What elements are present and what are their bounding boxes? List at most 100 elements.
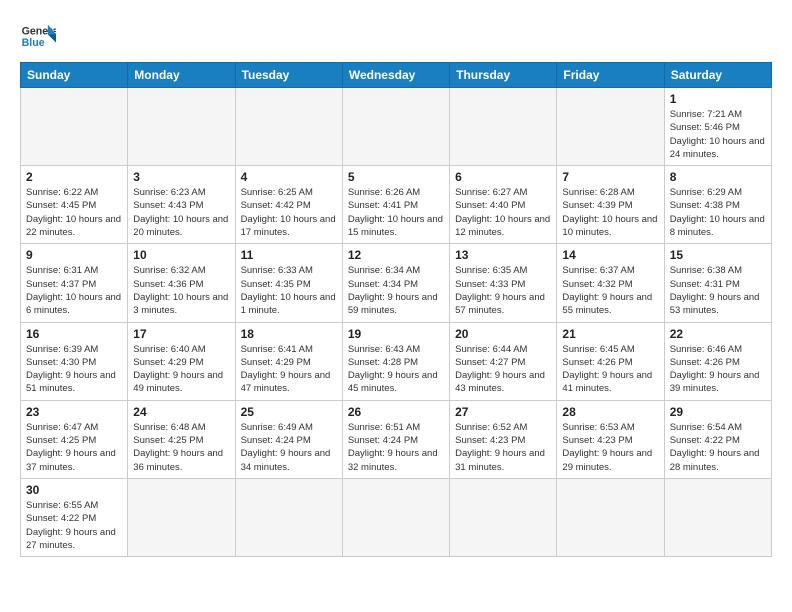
day-cell <box>342 88 449 166</box>
day-cell: 21 Sunrise: 6:45 AM Sunset: 4:26 PM Dayli… <box>557 322 664 400</box>
day-number: 2 <box>26 170 122 184</box>
day-cell: 2 Sunrise: 6:22 AM Sunset: 4:45 PM Daylig… <box>21 166 128 244</box>
day-cell: 30 Sunrise: 6:55 AM Sunset: 4:22 PM Dayli… <box>21 478 128 556</box>
day-number: 21 <box>562 327 658 341</box>
weekday-header-row: Sunday Monday Tuesday Wednesday Thursday… <box>21 63 772 88</box>
day-number: 15 <box>670 248 766 262</box>
day-info: Sunrise: 6:44 AM Sunset: 4:27 PM Dayligh… <box>455 343 551 396</box>
week-row-6: 30 Sunrise: 6:55 AM Sunset: 4:22 PM Dayli… <box>21 478 772 556</box>
col-sunday: Sunday <box>21 63 128 88</box>
day-info: Sunrise: 6:45 AM Sunset: 4:26 PM Dayligh… <box>562 343 658 396</box>
col-wednesday: Wednesday <box>342 63 449 88</box>
day-info: Sunrise: 6:37 AM Sunset: 4:32 PM Dayligh… <box>562 264 658 317</box>
day-info: Sunrise: 6:31 AM Sunset: 4:37 PM Dayligh… <box>26 264 122 317</box>
day-info: Sunrise: 6:34 AM Sunset: 4:34 PM Dayligh… <box>348 264 444 317</box>
day-cell <box>557 478 664 556</box>
day-number: 4 <box>241 170 337 184</box>
day-number: 20 <box>455 327 551 341</box>
day-number: 18 <box>241 327 337 341</box>
day-cell: 25 Sunrise: 6:49 AM Sunset: 4:24 PM Dayli… <box>235 400 342 478</box>
day-number: 25 <box>241 405 337 419</box>
day-cell <box>450 88 557 166</box>
logo: General Blue <box>20 18 56 54</box>
day-number: 1 <box>670 92 766 106</box>
day-info: Sunrise: 6:47 AM Sunset: 4:25 PM Dayligh… <box>26 421 122 474</box>
day-cell <box>342 478 449 556</box>
week-row-3: 9Sunrise: 6:31 AM Sunset: 4:37 PM Daylig… <box>21 244 772 322</box>
day-cell: 15 Sunrise: 6:38 AM Sunset: 4:31 PM Dayli… <box>664 244 771 322</box>
day-info: Sunrise: 6:55 AM Sunset: 4:22 PM Dayligh… <box>26 499 122 552</box>
day-cell: 11Sunrise: 6:33 AM Sunset: 4:35 PM Dayli… <box>235 244 342 322</box>
col-saturday: Saturday <box>664 63 771 88</box>
day-cell: 27 Sunrise: 6:52 AM Sunset: 4:23 PM Dayli… <box>450 400 557 478</box>
day-number: 23 <box>26 405 122 419</box>
day-cell: 18 Sunrise: 6:41 AM Sunset: 4:29 PM Dayli… <box>235 322 342 400</box>
day-cell: 26 Sunrise: 6:51 AM Sunset: 4:24 PM Dayli… <box>342 400 449 478</box>
day-number: 6 <box>455 170 551 184</box>
day-number: 14 <box>562 248 658 262</box>
day-number: 29 <box>670 405 766 419</box>
day-info: Sunrise: 6:38 AM Sunset: 4:31 PM Dayligh… <box>670 264 766 317</box>
day-number: 24 <box>133 405 229 419</box>
day-info: Sunrise: 6:52 AM Sunset: 4:23 PM Dayligh… <box>455 421 551 474</box>
week-row-5: 23 Sunrise: 6:47 AM Sunset: 4:25 PM Dayli… <box>21 400 772 478</box>
day-cell: 20 Sunrise: 6:44 AM Sunset: 4:27 PM Dayli… <box>450 322 557 400</box>
col-tuesday: Tuesday <box>235 63 342 88</box>
day-cell <box>128 88 235 166</box>
day-cell: 6Sunrise: 6:27 AM Sunset: 4:40 PM Daylig… <box>450 166 557 244</box>
day-cell: 9Sunrise: 6:31 AM Sunset: 4:37 PM Daylig… <box>21 244 128 322</box>
day-number: 26 <box>348 405 444 419</box>
day-cell <box>128 478 235 556</box>
day-number: 7 <box>562 170 658 184</box>
col-monday: Monday <box>128 63 235 88</box>
day-cell: 13 Sunrise: 6:35 AM Sunset: 4:33 PM Dayli… <box>450 244 557 322</box>
day-info: Sunrise: 6:48 AM Sunset: 4:25 PM Dayligh… <box>133 421 229 474</box>
day-info: Sunrise: 6:46 AM Sunset: 4:26 PM Dayligh… <box>670 343 766 396</box>
week-row-4: 16 Sunrise: 6:39 AM Sunset: 4:30 PM Dayli… <box>21 322 772 400</box>
day-cell: 3 Sunrise: 6:23 AM Sunset: 4:43 PM Daylig… <box>128 166 235 244</box>
day-cell: 29 Sunrise: 6:54 AM Sunset: 4:22 PM Dayli… <box>664 400 771 478</box>
svg-text:Blue: Blue <box>22 37 45 49</box>
day-cell: 1 Sunrise: 7:21 AM Sunset: 5:46 PM Daylig… <box>664 88 771 166</box>
day-cell: 8Sunrise: 6:29 AM Sunset: 4:38 PM Daylig… <box>664 166 771 244</box>
day-number: 27 <box>455 405 551 419</box>
day-info: Sunrise: 6:41 AM Sunset: 4:29 PM Dayligh… <box>241 343 337 396</box>
day-info: Sunrise: 6:23 AM Sunset: 4:43 PM Dayligh… <box>133 186 229 239</box>
day-cell: 28Sunrise: 6:53 AM Sunset: 4:23 PM Dayli… <box>557 400 664 478</box>
logo-icon: General Blue <box>20 18 56 54</box>
day-number: 5 <box>348 170 444 184</box>
week-row-1: 1 Sunrise: 7:21 AM Sunset: 5:46 PM Daylig… <box>21 88 772 166</box>
day-number: 13 <box>455 248 551 262</box>
day-cell <box>664 478 771 556</box>
day-info: Sunrise: 6:39 AM Sunset: 4:30 PM Dayligh… <box>26 343 122 396</box>
week-row-2: 2 Sunrise: 6:22 AM Sunset: 4:45 PM Daylig… <box>21 166 772 244</box>
day-cell: 22Sunrise: 6:46 AM Sunset: 4:26 PM Dayli… <box>664 322 771 400</box>
day-cell: 16 Sunrise: 6:39 AM Sunset: 4:30 PM Dayli… <box>21 322 128 400</box>
day-number: 10 <box>133 248 229 262</box>
day-info: Sunrise: 7:21 AM Sunset: 5:46 PM Dayligh… <box>670 108 766 161</box>
day-number: 16 <box>26 327 122 341</box>
day-cell: 4 Sunrise: 6:25 AM Sunset: 4:42 PM Daylig… <box>235 166 342 244</box>
day-info: Sunrise: 6:43 AM Sunset: 4:28 PM Dayligh… <box>348 343 444 396</box>
day-cell: 12Sunrise: 6:34 AM Sunset: 4:34 PM Dayli… <box>342 244 449 322</box>
day-info: Sunrise: 6:54 AM Sunset: 4:22 PM Dayligh… <box>670 421 766 474</box>
day-number: 28 <box>562 405 658 419</box>
day-info: Sunrise: 6:49 AM Sunset: 4:24 PM Dayligh… <box>241 421 337 474</box>
day-number: 11 <box>241 248 337 262</box>
day-number: 8 <box>670 170 766 184</box>
day-cell: 19 Sunrise: 6:43 AM Sunset: 4:28 PM Dayli… <box>342 322 449 400</box>
day-cell <box>21 88 128 166</box>
day-info: Sunrise: 6:25 AM Sunset: 4:42 PM Dayligh… <box>241 186 337 239</box>
day-number: 30 <box>26 483 122 497</box>
col-friday: Friday <box>557 63 664 88</box>
day-info: Sunrise: 6:32 AM Sunset: 4:36 PM Dayligh… <box>133 264 229 317</box>
page: General Blue Sunday Monday Tuesday Wedne… <box>0 0 792 567</box>
day-info: Sunrise: 6:51 AM Sunset: 4:24 PM Dayligh… <box>348 421 444 474</box>
day-number: 19 <box>348 327 444 341</box>
day-cell: 14 Sunrise: 6:37 AM Sunset: 4:32 PM Dayli… <box>557 244 664 322</box>
day-info: Sunrise: 6:35 AM Sunset: 4:33 PM Dayligh… <box>455 264 551 317</box>
day-info: Sunrise: 6:40 AM Sunset: 4:29 PM Dayligh… <box>133 343 229 396</box>
day-info: Sunrise: 6:28 AM Sunset: 4:39 PM Dayligh… <box>562 186 658 239</box>
day-info: Sunrise: 6:22 AM Sunset: 4:45 PM Dayligh… <box>26 186 122 239</box>
day-number: 3 <box>133 170 229 184</box>
